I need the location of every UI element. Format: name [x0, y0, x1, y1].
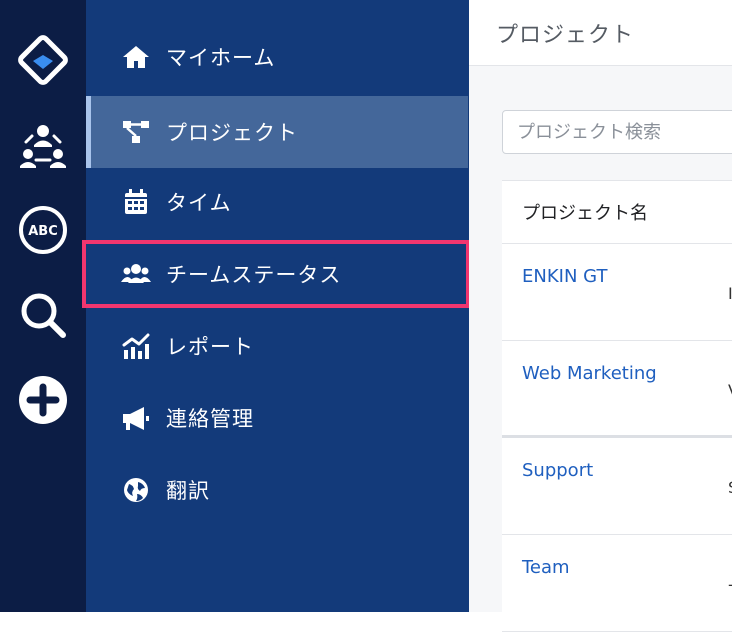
sidebar-item-label: マイホーム — [166, 46, 276, 70]
megaphone-icon — [120, 402, 152, 434]
main-panel: プロジェクト プロジェクト名 ENKIN GT I Web Marketing … — [469, 0, 732, 632]
sidebar-item-time[interactable]: タイム — [86, 166, 469, 238]
page-header: プロジェクト — [469, 0, 732, 66]
abc-icon[interactable]: ABC — [16, 203, 70, 257]
column-header-project-name[interactable]: プロジェクト名 — [502, 180, 732, 244]
sidebar-item-label: レポート — [166, 335, 254, 359]
icon-rail: ABC — [0, 0, 86, 612]
abc-icon-text: ABC — [28, 224, 58, 239]
search-icon[interactable] — [16, 288, 70, 342]
sitemap-icon — [120, 116, 152, 148]
plus-circle-icon[interactable] — [16, 373, 70, 427]
table-row[interactable]: Web Marketing V — [502, 341, 732, 438]
sidebar-item-label: タイム — [166, 191, 232, 215]
team-network-icon[interactable] — [16, 118, 70, 172]
chart-icon — [120, 330, 152, 362]
project-table: プロジェクト名 ENKIN GT I Web Marketing V Suppo… — [502, 180, 732, 632]
table-row[interactable]: ENKIN GT I — [502, 244, 732, 341]
sidebar-item-reports[interactable]: レポート — [86, 310, 469, 382]
project-link[interactable]: ENKIN GT — [522, 266, 607, 287]
sidebar-item-translation[interactable]: 翻訳 — [86, 454, 469, 526]
row-second-column: S — [728, 478, 732, 497]
sidebar-item-label: 連絡管理 — [166, 407, 254, 431]
home-icon — [120, 41, 152, 73]
calendar-icon — [120, 186, 152, 218]
sidebar-item-label: 翻訳 — [166, 479, 210, 503]
project-search-input[interactable] — [502, 110, 732, 154]
project-link[interactable]: Team — [522, 557, 570, 578]
page-title: プロジェクト — [496, 23, 635, 48]
sidebar-item-label: プロジェクト — [166, 121, 298, 145]
sidebar-item-contact-management[interactable]: 連絡管理 — [86, 382, 469, 454]
project-link[interactable]: Web Marketing — [522, 363, 657, 384]
main-body: プロジェクト名 ENKIN GT I Web Marketing V Suppo… — [469, 66, 732, 632]
sidebar-item-projects[interactable]: プロジェクト — [86, 96, 468, 168]
row-second-column: - — [728, 575, 732, 594]
row-second-column: I — [728, 284, 732, 303]
highlight-box — [82, 240, 470, 308]
table-row[interactable]: Support S — [502, 438, 732, 535]
globe-icon — [120, 474, 152, 506]
row-second-column: V — [728, 381, 732, 400]
brand-logo-icon[interactable] — [16, 33, 70, 87]
table-row[interactable]: Team - — [502, 535, 732, 632]
sidebar-item-my-home[interactable]: マイホーム — [86, 21, 469, 93]
project-link[interactable]: Support — [522, 460, 593, 481]
